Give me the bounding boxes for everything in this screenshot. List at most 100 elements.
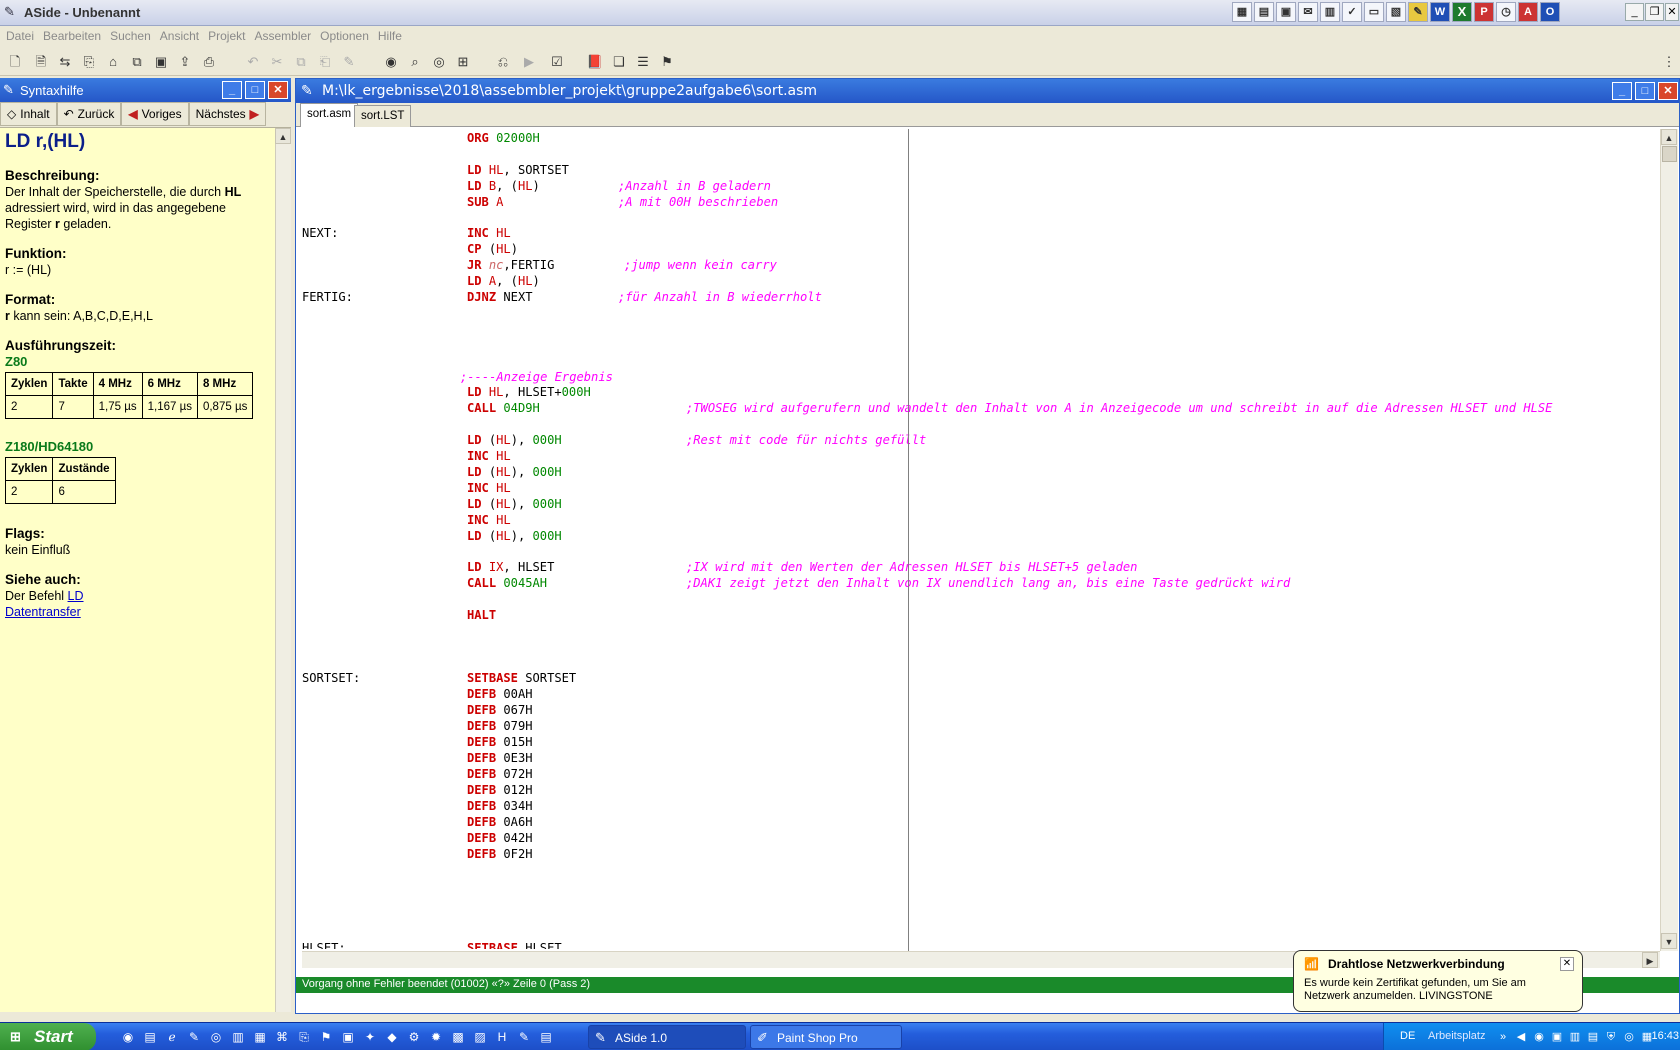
notes-icon[interactable]: ✎ bbox=[1408, 2, 1428, 22]
office-icon-3[interactable]: ▣ bbox=[1276, 2, 1296, 22]
quicklaunch-app6-icon[interactable]: ⎘ bbox=[296, 1029, 312, 1045]
scroll-thumb[interactable] bbox=[1662, 146, 1677, 162]
copy-icon[interactable]: ⧉ bbox=[292, 53, 310, 71]
syntax-help-title-bar[interactable]: ✎ Syntaxhilfe _ □ ✕ bbox=[0, 78, 291, 102]
project-icon[interactable]: ⎘ bbox=[80, 53, 98, 71]
link-ld[interactable]: LD bbox=[68, 589, 84, 603]
tray-app1-icon[interactable]: ◉ bbox=[1532, 1030, 1546, 1044]
editor-minimize-button[interactable]: _ bbox=[1612, 82, 1632, 100]
outlook-icon[interactable]: O bbox=[1540, 2, 1560, 22]
quicklaunch-desktop-icon[interactable]: ◉ bbox=[120, 1029, 136, 1045]
voriges-button[interactable]: ◀ Voriges bbox=[121, 102, 189, 126]
office-icon-2[interactable]: ▤ bbox=[1254, 2, 1274, 22]
assemble-icon[interactable]: ⎌ bbox=[494, 53, 512, 71]
tray-app4-icon[interactable]: ◎ bbox=[1622, 1030, 1636, 1044]
tray-expand-icon[interactable]: » bbox=[1496, 1030, 1510, 1044]
arbeitsplatz-toolbar[interactable]: Arbeitsplatz bbox=[1428, 1030, 1485, 1042]
quicklaunch-app8-icon[interactable]: ▣ bbox=[340, 1029, 356, 1045]
menu-hilfe[interactable]: Hilfe bbox=[376, 26, 409, 46]
quicklaunch-app1-icon[interactable]: ✎ bbox=[186, 1029, 202, 1045]
task-aside[interactable]: ✎ ASide 1.0 bbox=[588, 1025, 746, 1049]
contacts-icon[interactable]: ▭ bbox=[1364, 2, 1384, 22]
quicklaunch-app9-icon[interactable]: ✦ bbox=[362, 1029, 378, 1045]
mail-icon[interactable]: ✉ bbox=[1298, 2, 1318, 22]
help-scrollbar[interactable]: ▲ bbox=[275, 128, 291, 1012]
folder-icon[interactable]: ⌂ bbox=[104, 53, 122, 71]
note-icon[interactable]: ▥ bbox=[1320, 2, 1340, 22]
new-file-icon[interactable]: 🗋 bbox=[6, 53, 24, 71]
tray-back-icon[interactable]: ◀ bbox=[1514, 1030, 1528, 1044]
scroll-up-icon[interactable]: ▲ bbox=[1661, 129, 1677, 145]
excel-icon[interactable]: X bbox=[1452, 2, 1472, 22]
word-icon[interactable]: W bbox=[1430, 2, 1450, 22]
book-icon[interactable]: 📕 bbox=[586, 53, 604, 71]
quicklaunch-explorer-icon[interactable]: ▤ bbox=[142, 1029, 158, 1045]
tray-app3-icon[interactable]: ▤ bbox=[1586, 1030, 1600, 1044]
network-notification-balloon[interactable]: 📶 Drahtlose Netzwerkverbindung Es wurde … bbox=[1293, 950, 1583, 1012]
tab-sort-lst[interactable]: sort.LST bbox=[354, 105, 412, 127]
quicklaunch-app10-icon[interactable]: ◆ bbox=[384, 1029, 400, 1045]
save-icon[interactable]: ▣ bbox=[152, 53, 170, 71]
menu-optionen[interactable]: Optionen bbox=[318, 26, 376, 46]
editor-close-button[interactable]: ✕ bbox=[1658, 82, 1678, 100]
language-indicator[interactable]: DE bbox=[1400, 1030, 1415, 1042]
quicklaunch-app3-icon[interactable]: ▥ bbox=[230, 1029, 246, 1045]
scroll-right-icon[interactable]: ▶ bbox=[1642, 952, 1658, 968]
toolbar-options-icon[interactable]: ⋮ bbox=[1660, 53, 1678, 71]
editor-maximize-button[interactable]: □ bbox=[1635, 82, 1655, 100]
copy-project-icon[interactable]: ⧉ bbox=[128, 53, 146, 71]
export-icon[interactable]: ⇪ bbox=[176, 53, 194, 71]
quicklaunch-app5-icon[interactable]: ⌘ bbox=[274, 1029, 290, 1045]
clock-icon[interactable]: ◷ bbox=[1496, 2, 1516, 22]
editor-title-bar[interactable]: ✎ M:\lk_ergebnisse\2018\assebmbler_proje… bbox=[296, 79, 1679, 103]
quicklaunch-app11-icon[interactable]: ⚙ bbox=[406, 1029, 422, 1045]
edit-icon[interactable]: ✎ bbox=[340, 53, 358, 71]
powerpoint-icon[interactable]: P bbox=[1474, 2, 1494, 22]
tray-security-icon[interactable]: ⛨ bbox=[1604, 1030, 1618, 1044]
menu-assembler[interactable]: Assembler bbox=[252, 26, 318, 46]
code-editor[interactable]: ORG 02000H LD HL, SORTSET LD B, (HL) ;An… bbox=[302, 129, 1658, 949]
clock[interactable]: 16:43 bbox=[1639, 1030, 1679, 1042]
print-icon[interactable]: ⎙ bbox=[200, 53, 218, 71]
balloon-close-button[interactable]: ✕ bbox=[1560, 957, 1574, 971]
tray-network-icon[interactable]: ▥ bbox=[1568, 1030, 1582, 1044]
book-open-icon[interactable]: ❏ bbox=[610, 53, 628, 71]
quicklaunch-app4-icon[interactable]: ▦ bbox=[252, 1029, 268, 1045]
help-index-icon[interactable]: ☰ bbox=[634, 53, 652, 71]
open-project-icon[interactable]: ⇆ bbox=[56, 53, 74, 71]
editor-vertical-scrollbar[interactable]: ▲ ▼ bbox=[1660, 129, 1678, 951]
quicklaunch-app2-icon[interactable]: ◎ bbox=[208, 1029, 224, 1045]
menu-datei[interactable]: Datei bbox=[4, 26, 41, 46]
quicklaunch-app16-icon[interactable]: ✎ bbox=[516, 1029, 532, 1045]
start-button[interactable]: ⊞ Start bbox=[0, 1023, 96, 1050]
office-icon-1[interactable]: ▦ bbox=[1232, 2, 1252, 22]
new-doc-icon[interactable]: 🗎 bbox=[32, 53, 50, 71]
quicklaunch-app17-icon[interactable]: ▤ bbox=[538, 1029, 554, 1045]
scroll-down-icon[interactable]: ▼ bbox=[1661, 933, 1677, 949]
restore-button[interactable]: ❐ bbox=[1645, 3, 1664, 21]
task-paint-shop-pro[interactable]: ✐ Paint Shop Pro bbox=[750, 1025, 902, 1049]
journal-icon[interactable]: ▧ bbox=[1386, 2, 1406, 22]
quicklaunch-app12-icon[interactable]: ✹ bbox=[428, 1029, 444, 1045]
tray-app2-icon[interactable]: ▣ bbox=[1550, 1030, 1564, 1044]
quicklaunch-app14-icon[interactable]: ▨ bbox=[472, 1029, 488, 1045]
help-minimize-button[interactable]: _ bbox=[222, 81, 242, 99]
app-title-bar[interactable]: ✎ ASide - Unbenannt ▦ ▤ ▣ ✉ ▥ ✓ ▭ ▧ ✎ W … bbox=[0, 0, 1680, 26]
access-icon[interactable]: A bbox=[1518, 2, 1538, 22]
task-icon[interactable]: ✓ bbox=[1342, 2, 1362, 22]
link-datentransfer[interactable]: Datentransfer bbox=[5, 605, 81, 619]
quicklaunch-app15-icon[interactable]: H bbox=[494, 1029, 510, 1045]
inhalt-button[interactable]: ◇ Inhalt bbox=[0, 102, 57, 126]
menu-suchen[interactable]: Suchen bbox=[108, 26, 158, 46]
naechstes-button[interactable]: Nächstes ▶ bbox=[188, 102, 266, 126]
zurueck-button[interactable]: ↶ Zurück bbox=[56, 102, 122, 126]
close-button[interactable]: ✕ bbox=[1665, 3, 1679, 21]
help-context-icon[interactable]: ⚑ bbox=[658, 53, 676, 71]
paste-icon[interactable]: ⎗ bbox=[316, 53, 334, 71]
menu-bearbeiten[interactable]: Bearbeiten bbox=[41, 26, 108, 46]
menu-projekt[interactable]: Projekt bbox=[206, 26, 252, 46]
quicklaunch-app7-icon[interactable]: ⚑ bbox=[318, 1029, 334, 1045]
menu-ansicht[interactable]: Ansicht bbox=[158, 26, 206, 46]
search-icon[interactable]: ⌕ bbox=[406, 53, 424, 71]
undo-icon[interactable]: ↶ bbox=[244, 53, 262, 71]
